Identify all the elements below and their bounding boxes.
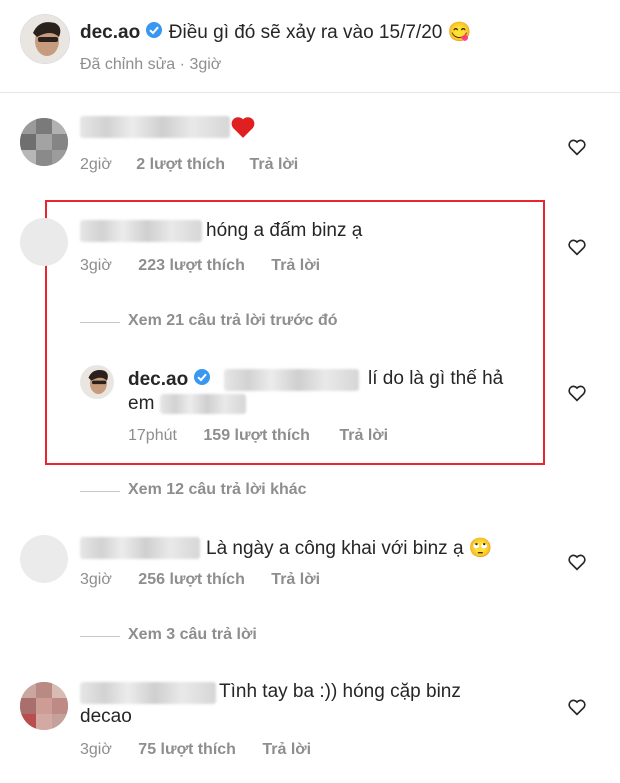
red-heart-emoji bbox=[230, 116, 256, 138]
comment-avatar[interactable] bbox=[20, 118, 68, 166]
reply-time: 17phút bbox=[128, 427, 177, 444]
comment-text bbox=[230, 115, 256, 139]
comment-likes[interactable]: 2 lượt thích bbox=[136, 156, 225, 173]
post-time: 3giờ bbox=[189, 56, 222, 73]
verified-badge-icon bbox=[145, 21, 163, 45]
reply-text-line2: em bbox=[128, 393, 155, 414]
comment-meta: 2giờ 2 lượt thích Trả lời bbox=[80, 156, 298, 174]
like-heart-icon[interactable] bbox=[567, 138, 587, 156]
post-author-avatar[interactable] bbox=[20, 14, 70, 64]
view-replies-line bbox=[80, 322, 120, 323]
comment-avatar[interactable] bbox=[20, 218, 68, 266]
post-caption: Điều gì đó sẽ xảy ra vào 15/7/20 bbox=[168, 22, 443, 43]
comment-reply-button[interactable]: Trả lời bbox=[271, 571, 320, 588]
view-other-replies-button[interactable]: Xem 12 câu trả lời khác bbox=[128, 481, 307, 499]
comment-likes[interactable]: 256 lượt thích bbox=[138, 571, 245, 588]
comment-avatar[interactable] bbox=[20, 682, 68, 730]
view-previous-replies-button[interactable]: Xem 21 câu trả lời trước đó bbox=[128, 312, 338, 330]
comment-time: 3giờ bbox=[80, 571, 112, 588]
comment-reply-button[interactable]: Trả lời bbox=[250, 156, 299, 173]
reply-text: lí do là gì thế hả bbox=[368, 368, 504, 389]
comment-username-blurred bbox=[80, 537, 200, 559]
reply-header: dec.ao bbox=[128, 368, 211, 392]
meta-separator: · bbox=[179, 56, 185, 73]
comment-text: Tình tay ba :)) hóng cặp binz bbox=[219, 681, 461, 702]
like-heart-icon[interactable] bbox=[567, 384, 587, 402]
comment-text: hóng a đấm binz ạ bbox=[206, 220, 363, 241]
comment-likes[interactable]: 223 lượt thích bbox=[138, 257, 245, 274]
comment-text-line2: decao bbox=[80, 706, 132, 727]
reply-meta: 17phút 159 lượt thích Trả lời bbox=[128, 427, 388, 445]
reply-reply-button[interactable]: Trả lời bbox=[339, 427, 388, 444]
view-replies-line bbox=[80, 636, 120, 637]
like-heart-icon[interactable] bbox=[567, 698, 587, 716]
comment-likes[interactable]: 75 lượt thích bbox=[138, 741, 236, 758]
reply-mention-blurred bbox=[224, 369, 359, 391]
reply-mention-blurred-2 bbox=[160, 394, 246, 414]
comment-text-body: Là ngày a công khai với binz ạ bbox=[206, 538, 464, 559]
comment-reply-button[interactable]: Trả lời bbox=[271, 257, 320, 274]
comment-meta: 3giờ 75 lượt thích Trả lời bbox=[80, 741, 311, 759]
comment-text: Là ngày a công khai với binz ạ 🙄 bbox=[206, 536, 492, 560]
reply-author-avatar[interactable] bbox=[80, 365, 114, 399]
comment-time: 2giờ bbox=[80, 156, 112, 173]
post-edited-label: Đã chỉnh sửa bbox=[80, 56, 176, 73]
comment-avatar[interactable] bbox=[20, 535, 68, 583]
comment-meta: 3giờ 223 lượt thích Trả lời bbox=[80, 257, 320, 275]
post-caption-line: dec.ao Điều gì đó sẽ xảy ra vào 15/7/20 … bbox=[80, 20, 471, 45]
view-replies-line bbox=[80, 491, 120, 492]
like-heart-icon[interactable] bbox=[567, 238, 587, 256]
comment-time: 3giờ bbox=[80, 741, 112, 758]
comment-username-blurred bbox=[80, 682, 216, 704]
verified-badge-icon bbox=[193, 368, 211, 392]
post-divider bbox=[0, 92, 620, 93]
post-meta: Đã chỉnh sửa · 3giờ bbox=[80, 56, 221, 74]
comment-username-blurred bbox=[80, 220, 202, 242]
like-heart-icon[interactable] bbox=[567, 553, 587, 571]
comment-meta: 3giờ 256 lượt thích Trả lời bbox=[80, 571, 320, 589]
comment-time: 3giờ bbox=[80, 257, 112, 274]
reply-likes[interactable]: 159 lượt thích bbox=[203, 427, 310, 444]
rolling-eyes-emoji: 🙄 bbox=[468, 538, 493, 559]
view-three-replies-button[interactable]: Xem 3 câu trả lời bbox=[128, 626, 257, 644]
post-emoji: 😋 bbox=[447, 22, 472, 43]
comment-reply-button[interactable]: Trả lời bbox=[262, 741, 311, 758]
reply-username[interactable]: dec.ao bbox=[128, 369, 188, 390]
post-username[interactable]: dec.ao bbox=[80, 22, 140, 43]
comment-username-blurred bbox=[80, 116, 230, 138]
